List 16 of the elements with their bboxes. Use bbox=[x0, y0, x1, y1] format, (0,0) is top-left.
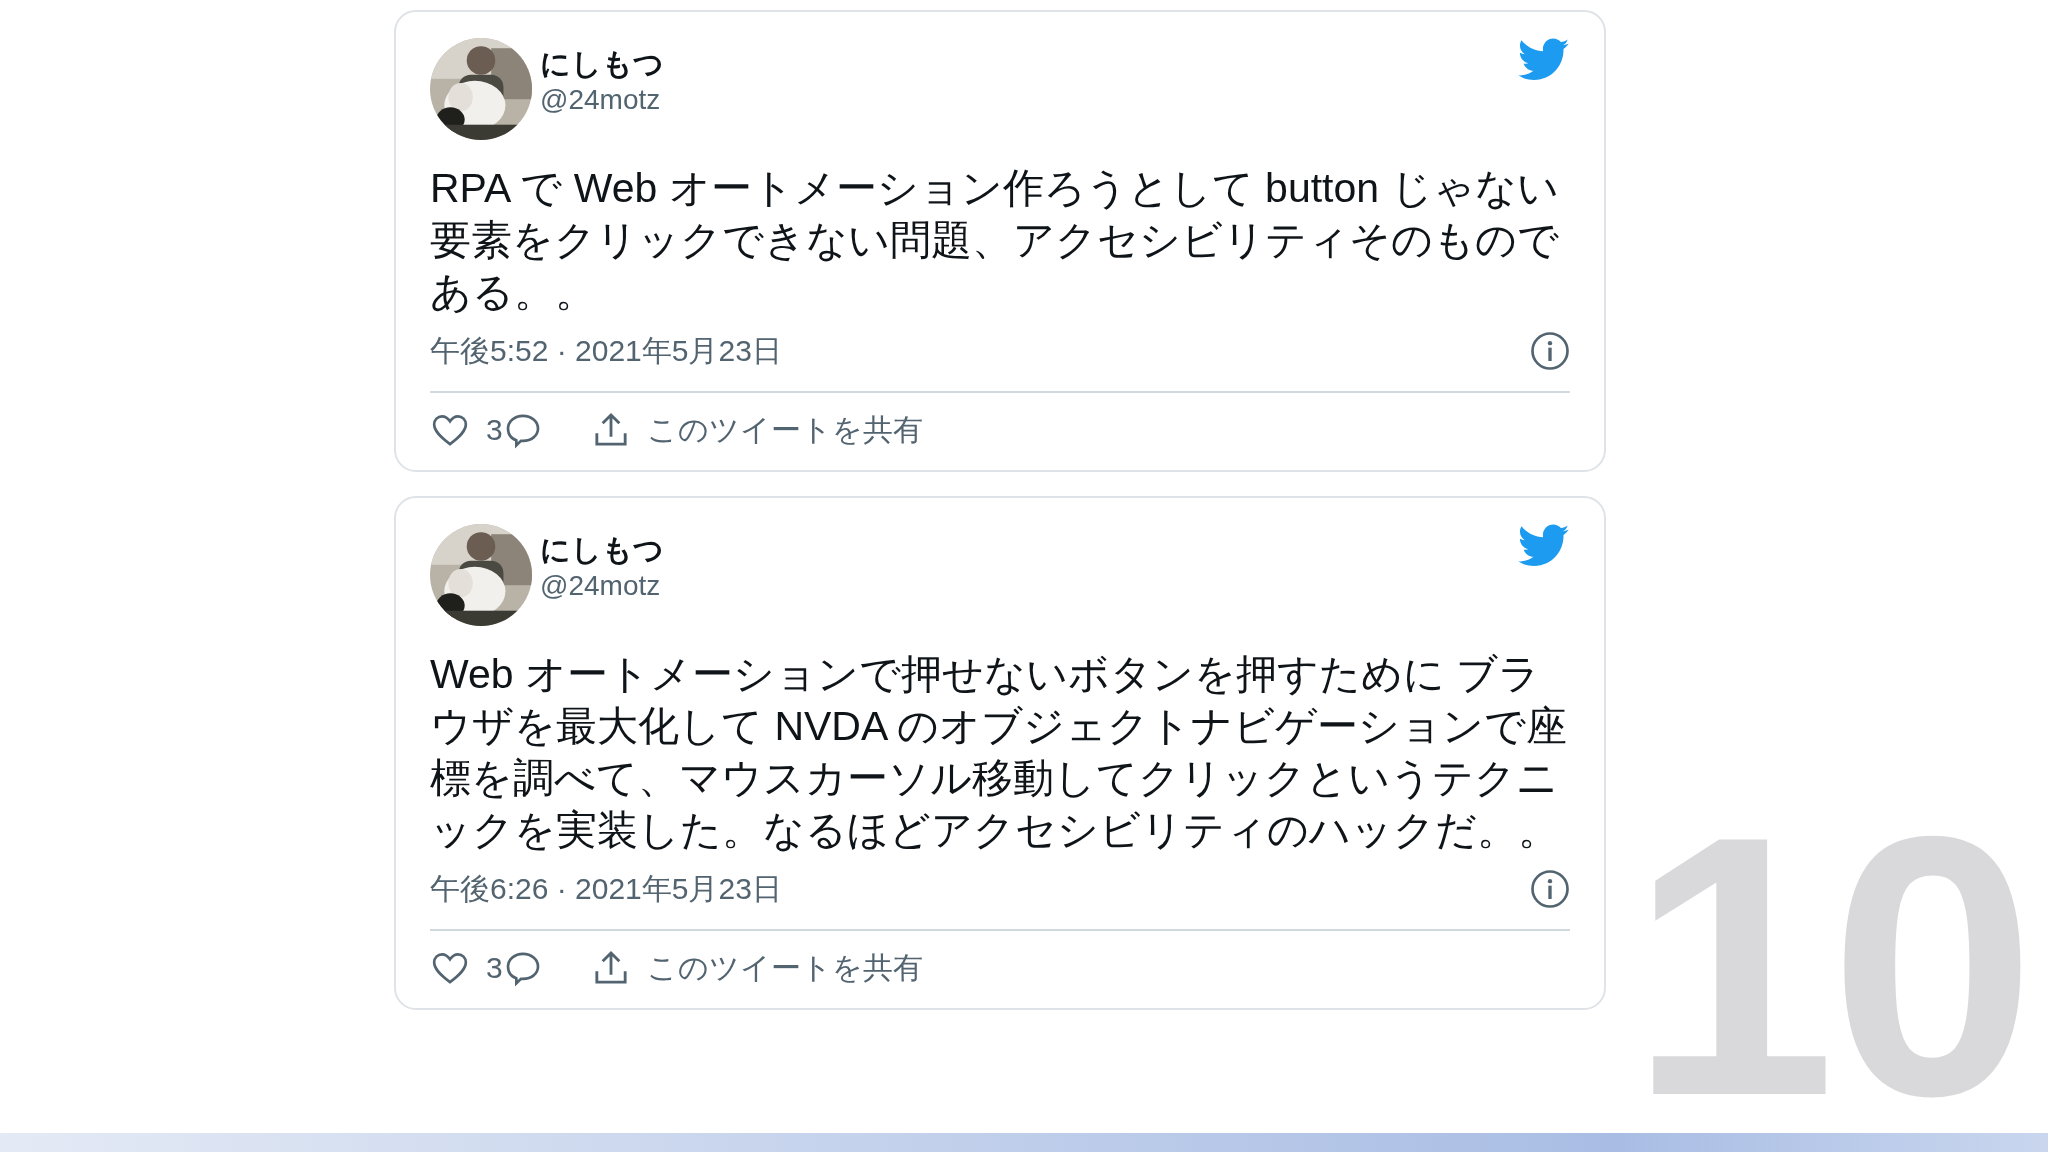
bird-icon[interactable] bbox=[1518, 524, 1570, 568]
share-button[interactable]: このツイートを共有 bbox=[590, 403, 923, 456]
author-handle[interactable]: @24motz bbox=[540, 82, 1518, 117]
author-name[interactable]: にしもつ bbox=[540, 46, 1518, 82]
bird-icon[interactable] bbox=[1518, 38, 1570, 82]
share-button[interactable]: このツイートを共有 bbox=[590, 941, 923, 994]
info-icon[interactable] bbox=[1530, 868, 1570, 909]
tweet-text: RPA で Web オートメーション作ろうとして button じゃない要素をクリックできない問題、アクセシビリティそのものである。。 bbox=[430, 164, 1560, 317]
like-button[interactable]: 3 bbox=[430, 941, 503, 994]
like-button[interactable]: 3 bbox=[430, 403, 503, 456]
tweet-text: Web オートメーションで押せないボタンを押すために ブラウザを最大化して NVDA のオブジェクトナビゲーションで座標を調べて、マウスカーソル移動してクリックというテクニックを実装した。なるほどアクセシビリティのハックだ。。 bbox=[430, 650, 1569, 855]
info-icon[interactable] bbox=[1530, 330, 1570, 371]
author-name[interactable]: にしもつ bbox=[540, 532, 1518, 568]
timestamp-link[interactable]: 午後6:26 · 2021年5月23日 bbox=[430, 866, 782, 911]
timestamp-link[interactable]: 午後5:52 · 2021年5月23日 bbox=[430, 328, 782, 373]
author-handle[interactable]: @24motz bbox=[540, 568, 1518, 603]
